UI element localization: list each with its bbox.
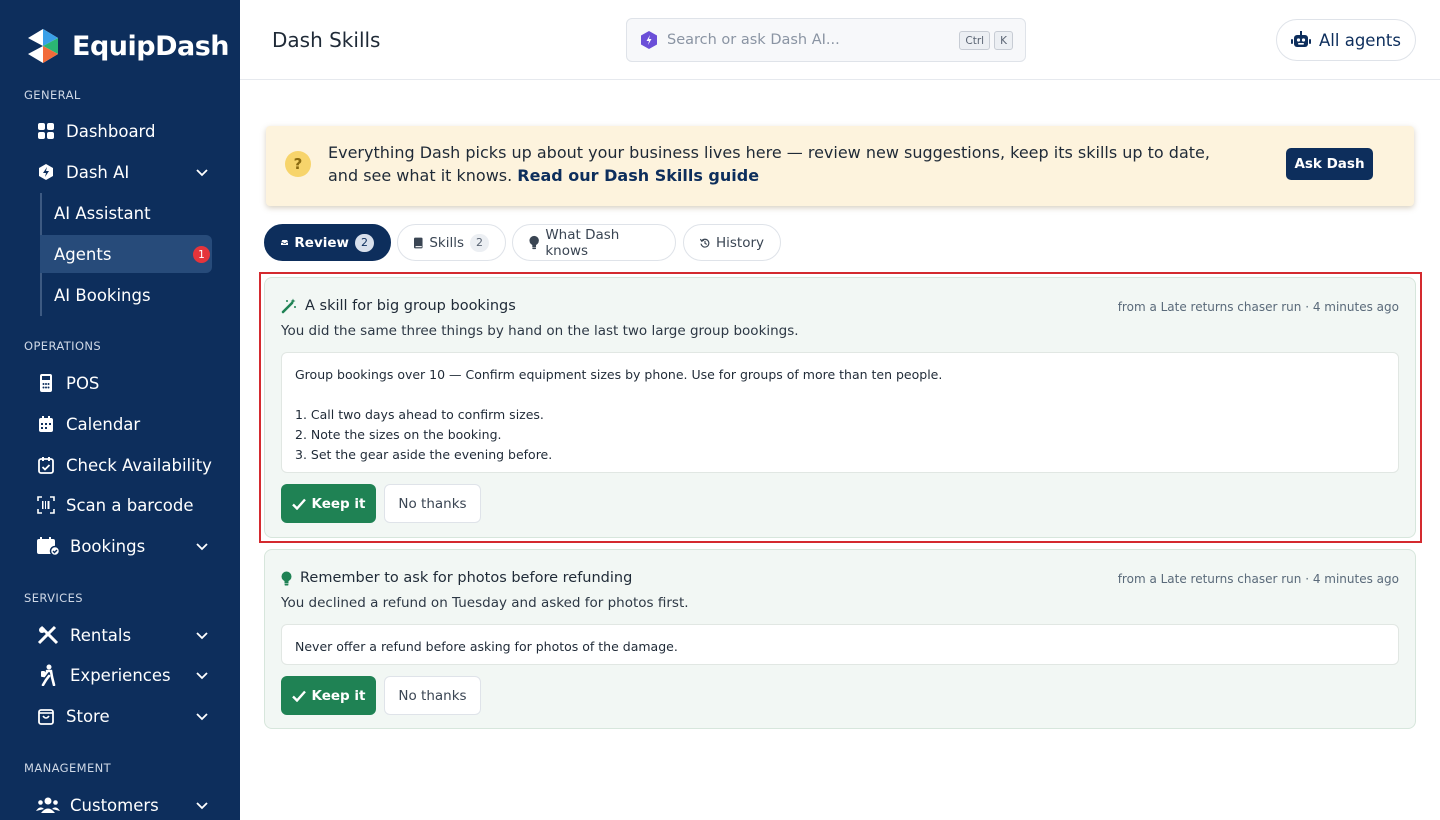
kbd-ctrl: Ctrl	[959, 31, 991, 50]
suggestion-card: Remember to ask for photos before refund…	[264, 549, 1416, 729]
ask-dash-button[interactable]: Ask Dash	[1286, 148, 1373, 180]
brand-name: EquipDash	[72, 30, 230, 62]
section-management: MANAGEMENT	[24, 761, 112, 775]
tab-count: 2	[470, 233, 489, 252]
history-icon	[700, 238, 710, 248]
grid-icon	[36, 121, 56, 141]
tab-label: What Dash knows	[545, 226, 620, 259]
tab-label: Skills	[429, 234, 464, 251]
sidebar-item-label: Bookings	[70, 536, 146, 556]
notification-badge: 1	[193, 246, 210, 263]
sidebar-item-ai-bookings[interactable]: AI Bookings	[40, 276, 212, 314]
sidebar-item-label: POS	[66, 373, 100, 393]
section-services: SERVICES	[24, 591, 83, 605]
shopping-bag-icon	[36, 706, 56, 726]
sidebar-item-label: Rentals	[70, 625, 132, 645]
chevron-down-icon	[196, 672, 208, 680]
calendar-icon	[36, 414, 56, 434]
robot-icon	[1291, 31, 1312, 47]
card-description: You declined a refund on Tuesday and ask…	[281, 595, 689, 611]
sidebar-item-label: Customers	[70, 795, 159, 815]
book-icon	[414, 237, 423, 248]
pos-terminal-icon	[36, 373, 56, 393]
sidebar-item-dash-ai[interactable]: Dash AI	[36, 154, 212, 190]
tab-skills[interactable]: Skills 2	[397, 224, 506, 261]
calendar-check-icon	[36, 455, 56, 475]
equipdash-logo-icon	[28, 29, 58, 63]
sidebar-item-label: Check Availability	[66, 455, 212, 475]
sidebar-item-pos[interactable]: POS	[36, 365, 212, 401]
dash-ai-search-icon	[641, 31, 657, 49]
sidebar-item-agents[interactable]: Agents 1	[40, 235, 212, 273]
sidebar-item-label: Experiences	[70, 665, 171, 685]
check-icon	[291, 690, 306, 702]
sidebar-item-experiences[interactable]: Experiences	[36, 657, 212, 693]
sidebar-item-check-availability[interactable]: Check Availability	[36, 447, 212, 483]
dash-ai-icon	[36, 162, 56, 182]
tab-label: Review	[294, 234, 349, 251]
banner-message: Everything Dash picks up about your busi…	[328, 143, 1210, 185]
sidebar-item-customers[interactable]: Customers	[36, 787, 212, 820]
page-title: Dash Skills	[272, 28, 381, 52]
lightbulb-icon	[281, 571, 292, 585]
inbox-icon	[281, 239, 289, 246]
selection-highlight	[259, 272, 1422, 543]
no-thanks-button[interactable]: No thanks	[384, 676, 481, 715]
top-bar: Dash Skills Search or ask Dash AI... Ctr…	[240, 0, 1440, 80]
kbd-k: K	[994, 31, 1013, 50]
card-meta: from a Late returns chaser run · 4 minut…	[1117, 572, 1399, 586]
keep-it-label: Keep it	[311, 687, 366, 704]
card-title-text: Remember to ask for photos before refund…	[300, 570, 633, 586]
sidebar-item-label: Dashboard	[66, 121, 156, 141]
search-input[interactable]: Search or ask Dash AI... Ctrl K	[626, 18, 1026, 62]
users-icon	[36, 795, 60, 815]
banner-text: Everything Dash picks up about your busi…	[328, 141, 1218, 187]
tab-review[interactable]: Review 2	[264, 224, 391, 261]
tab-count: 2	[355, 233, 374, 252]
brand[interactable]: EquipDash	[24, 26, 230, 66]
sidebar-item-dashboard[interactable]: Dashboard	[36, 113, 212, 149]
barcode-scan-icon	[36, 495, 56, 515]
sidebar-item-ai-assistant[interactable]: AI Assistant	[40, 194, 212, 232]
sidebar: EquipDash GENERAL Dashboard Dash AI AI A…	[0, 0, 240, 820]
bookings-calendar-icon	[36, 536, 60, 556]
chevron-down-icon	[196, 713, 208, 721]
chevron-down-icon	[196, 632, 208, 640]
all-agents-label: All agents	[1319, 30, 1401, 50]
all-agents-button[interactable]: All agents	[1276, 19, 1416, 61]
sidebar-item-rentals[interactable]: Rentals	[36, 617, 212, 653]
memory-content: Never offer a refund before asking for p…	[281, 624, 1399, 665]
hiker-icon	[36, 664, 60, 686]
sidebar-item-label: Store	[66, 706, 110, 726]
section-operations: OPERATIONS	[24, 339, 102, 353]
chevron-down-icon	[196, 802, 208, 810]
info-banner: ? Everything Dash picks up about your bu…	[266, 126, 1414, 206]
sidebar-item-bookings[interactable]: Bookings	[36, 528, 212, 564]
sidebar-item-label: AI Bookings	[54, 285, 151, 305]
keyboard-shortcut: Ctrl K	[959, 31, 1013, 50]
rentals-icon	[36, 625, 60, 645]
lightbulb-icon	[529, 235, 539, 250]
card-title: Remember to ask for photos before refund…	[281, 570, 632, 586]
chevron-down-icon	[196, 543, 208, 551]
sidebar-item-label: Dash AI	[66, 162, 130, 182]
sidebar-item-store[interactable]: Store	[36, 698, 212, 734]
tab-what-dash-knows[interactable]: What Dash knows	[512, 224, 676, 261]
keep-it-button[interactable]: Keep it	[281, 676, 376, 715]
search-placeholder: Search or ask Dash AI...	[667, 32, 840, 48]
tab-history[interactable]: History	[683, 224, 781, 261]
sidebar-item-label: Agents	[54, 244, 112, 264]
section-general: GENERAL	[24, 88, 81, 102]
tab-label: History	[715, 234, 764, 251]
sidebar-item-calendar[interactable]: Calendar	[36, 406, 212, 442]
sidebar-item-scan-barcode[interactable]: Scan a barcode	[36, 487, 212, 523]
sidebar-item-label: Calendar	[66, 414, 141, 434]
memory-content-line: Never offer a refund before asking for p…	[295, 639, 678, 654]
sidebar-item-label: Scan a barcode	[66, 495, 194, 515]
chevron-down-icon	[196, 169, 208, 177]
sidebar-item-label: AI Assistant	[54, 203, 151, 223]
question-icon: ?	[285, 151, 311, 177]
dash-skills-guide-link[interactable]: Read our Dash Skills guide	[517, 166, 759, 185]
